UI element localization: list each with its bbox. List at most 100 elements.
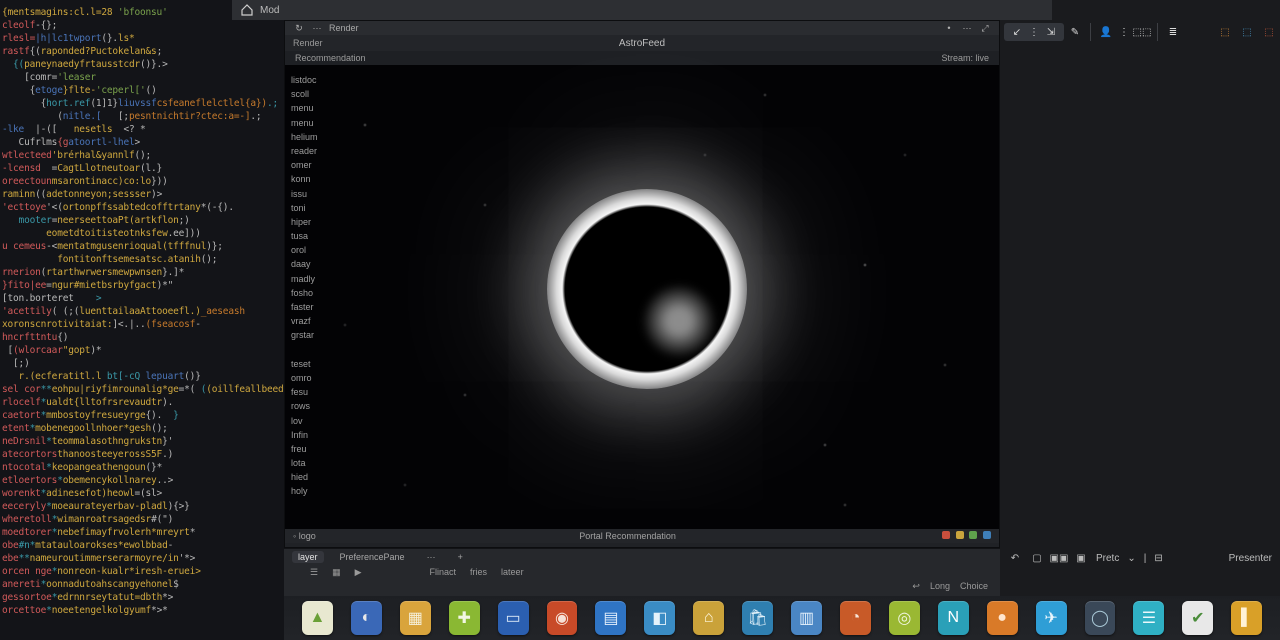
- dock-app-11[interactable]: ◔: [840, 601, 871, 635]
- sidelist-item[interactable]: freu: [291, 442, 343, 456]
- sidelist-item[interactable]: issu: [291, 187, 343, 201]
- ribbon-far-2[interactable]: ⬚: [1240, 25, 1254, 39]
- sidelist-item[interactable]: orol: [291, 243, 343, 257]
- dock-app-2[interactable]: ▦: [400, 601, 431, 635]
- sidelist-item[interactable]: reader: [291, 144, 343, 158]
- right-lower-text2[interactable]: Presenter: [1229, 553, 1272, 564]
- more-icon[interactable]: ···: [311, 22, 323, 34]
- sidelist-item[interactable]: fosho: [291, 286, 343, 300]
- sidelist-item[interactable]: [291, 343, 343, 357]
- browser-content[interactable]: listdocscollmenumenuheliumreaderomerkonn…: [285, 65, 999, 529]
- bottom-label-3[interactable]: lateer: [501, 567, 524, 577]
- sidelist-item[interactable]: lov: [291, 414, 343, 428]
- close-icon[interactable]: [942, 531, 950, 539]
- refresh-icon[interactable]: ↻: [293, 22, 305, 34]
- extra-icon[interactable]: [983, 531, 991, 539]
- dock-app-15[interactable]: ✈: [1036, 601, 1067, 635]
- ribbon-group-1[interactable]: ↙ ⋮ ⇲: [1004, 23, 1064, 41]
- sidelist-item[interactable]: faster: [291, 300, 343, 314]
- sidelist-item[interactable]: grstar: [291, 328, 343, 342]
- bottom-tab-add[interactable]: +: [452, 551, 469, 563]
- tabbar-expand-icon[interactable]: ⤢: [979, 22, 991, 34]
- bottom-ctrl-1[interactable]: ☰: [310, 567, 318, 578]
- status-window-dots[interactable]: [939, 531, 991, 541]
- sidelist-item[interactable]: rows: [291, 399, 343, 413]
- box2-icon[interactable]: ▣: [1074, 551, 1088, 565]
- ribbon-far-3[interactable]: ⬚: [1262, 25, 1276, 39]
- code-editor-pane[interactable]: {mentsmagins:cl.l=28 'bfoonsu'cleolf-{};…: [0, 0, 284, 640]
- list-icon[interactable]: ≣: [1166, 25, 1180, 39]
- sidelist-item[interactable]: lota: [291, 456, 343, 470]
- chevron-down-icon[interactable]: ⌄: [1127, 553, 1135, 564]
- sidelist-item[interactable]: omro: [291, 371, 343, 385]
- dock-app-17[interactable]: ☰: [1133, 601, 1164, 635]
- dock-app-4[interactable]: ▭: [498, 601, 529, 635]
- dock-app-9[interactable]: 🛍: [742, 601, 773, 635]
- dock-app-18[interactable]: ✔: [1182, 601, 1213, 635]
- sidelist-item[interactable]: hiper: [291, 215, 343, 229]
- pin-icon[interactable]: ✎: [1068, 25, 1082, 39]
- sidelist-item[interactable]: toni: [291, 201, 343, 215]
- minimize-icon[interactable]: [956, 531, 964, 539]
- dock-app-8[interactable]: ⌂: [693, 601, 724, 635]
- ribbon-ic-2[interactable]: ⋮: [1027, 25, 1041, 39]
- dock-app-13[interactable]: N: [938, 601, 969, 635]
- content-sidelist[interactable]: listdocscollmenumenuheliumreaderomerkonn…: [285, 65, 349, 529]
- sidelist-item[interactable]: Infin: [291, 428, 343, 442]
- home-icon[interactable]: [240, 3, 254, 17]
- dock-app-1[interactable]: ◐: [351, 601, 382, 635]
- bottom-ctrl-3[interactable]: ▶: [355, 567, 362, 578]
- dock-app-0[interactable]: ▲: [302, 601, 333, 635]
- sidelist-item[interactable]: tusa: [291, 229, 343, 243]
- sidelist-item[interactable]: daay: [291, 257, 343, 271]
- bottom-tab-2[interactable]: PreferencePane: [334, 551, 411, 563]
- dock-app-12[interactable]: ◎: [889, 601, 920, 635]
- mini-icon[interactable]: ⊟: [1154, 553, 1162, 564]
- dock-app-7[interactable]: ◧: [644, 601, 675, 635]
- dock-app-5[interactable]: ◉: [547, 601, 578, 635]
- sidelist-item[interactable]: helium: [291, 130, 343, 144]
- user-icon[interactable]: 👤: [1099, 25, 1113, 39]
- sidelist-item[interactable]: hied: [291, 470, 343, 484]
- ribbon-ic-1[interactable]: ↙: [1010, 25, 1024, 39]
- bottom-ctrl-2[interactable]: ▦: [332, 567, 341, 578]
- sidelist-item[interactable]: omer: [291, 158, 343, 172]
- bottom-tab-more[interactable]: ···: [421, 551, 442, 563]
- urlbar-tab-label[interactable]: Render: [293, 38, 323, 48]
- dock-app-19[interactable]: ▌: [1231, 601, 1262, 635]
- tabbar-menu-icon[interactable]: ⋯: [961, 22, 973, 34]
- sidelist-item[interactable]: menu: [291, 116, 343, 130]
- browser-urlbar[interactable]: Render AstroFeed: [285, 35, 999, 51]
- sidelist-item[interactable]: madly: [291, 272, 343, 286]
- sidelist-item[interactable]: listdoc: [291, 73, 343, 87]
- sidelist-item[interactable]: holy: [291, 484, 343, 498]
- bottom-label-1[interactable]: Flinact: [430, 567, 457, 577]
- boxes-icon[interactable]: ▣▣: [1052, 551, 1066, 565]
- dock-app-10[interactable]: ▥: [791, 601, 822, 635]
- bottom-tab-active[interactable]: layer: [292, 551, 324, 563]
- sidelist-item[interactable]: konn: [291, 172, 343, 186]
- box-icon[interactable]: ▢: [1030, 551, 1044, 565]
- dock-app-16[interactable]: ◯: [1085, 601, 1116, 635]
- sidelist-item[interactable]: menu: [291, 101, 343, 115]
- sidelist-item[interactable]: fesu: [291, 385, 343, 399]
- bottom-r3-3[interactable]: Choice: [960, 581, 988, 591]
- sidelist-item[interactable]: scoll: [291, 87, 343, 101]
- undo-icon[interactable]: ↶: [1008, 551, 1022, 565]
- kebab-icon[interactable]: ⋮: [1117, 25, 1131, 39]
- dock-app-6[interactable]: ▤: [595, 601, 626, 635]
- tab-title[interactable]: Render: [329, 23, 359, 33]
- ribbon-far-1[interactable]: ⬚: [1218, 25, 1232, 39]
- bottom-label-2[interactable]: fries: [470, 567, 487, 577]
- tabbar-dot-icon[interactable]: •: [943, 22, 955, 34]
- grid-icon[interactable]: ⬚⬚: [1135, 25, 1149, 39]
- dock-app-3[interactable]: ✚: [449, 601, 480, 635]
- sidelist-item[interactable]: vrazf: [291, 314, 343, 328]
- bottom-r3-1[interactable]: ↩: [912, 581, 920, 592]
- ribbon-ic-3[interactable]: ⇲: [1044, 25, 1058, 39]
- dock-app-14[interactable]: ●: [987, 601, 1018, 635]
- right-lower-text1[interactable]: Pretc: [1096, 553, 1119, 564]
- sidelist-item[interactable]: teset: [291, 357, 343, 371]
- maximize-icon[interactable]: [969, 531, 977, 539]
- subheader-left[interactable]: Recommendation: [295, 53, 366, 63]
